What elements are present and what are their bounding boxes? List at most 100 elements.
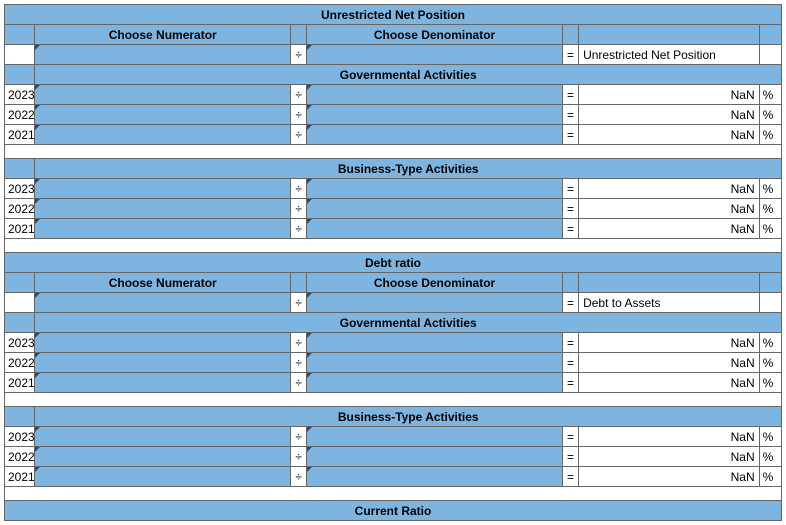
numerator-input[interactable]: [35, 199, 291, 219]
denominator-input[interactable]: [307, 125, 563, 145]
pct-col-head: [759, 273, 781, 293]
year-cell: 2021: [5, 373, 35, 393]
numerator-definition-picker[interactable]: [35, 293, 291, 313]
divide-col-head: [291, 25, 307, 45]
numerator-input[interactable]: [35, 105, 291, 125]
spacer-row: [5, 239, 782, 253]
year-cell: 2021: [5, 467, 35, 487]
group-band: Governmental Activities: [35, 65, 782, 85]
year-cell: 2022: [5, 199, 35, 219]
denominator-input[interactable]: [307, 179, 563, 199]
definition-year-cell: [5, 45, 35, 65]
result-value: NaN: [579, 219, 760, 239]
section-title: Current Ratio: [5, 501, 782, 521]
divide-symbol: ÷: [291, 85, 307, 105]
denominator-input[interactable]: [307, 447, 563, 467]
definition-pct-cell: [759, 45, 781, 65]
year-cell: 2023: [5, 427, 35, 447]
equals-symbol: =: [562, 45, 578, 65]
group-band: Business-Type Activities: [35, 159, 782, 179]
result-col-head: [579, 25, 760, 45]
equals-col-head: [562, 273, 578, 293]
group-band-blank: [5, 65, 35, 85]
denominator-definition-picker[interactable]: [307, 45, 563, 65]
numerator-col-head: Choose Numerator: [35, 25, 291, 45]
equals-symbol: =: [562, 199, 578, 219]
equals-symbol: =: [562, 293, 578, 313]
numerator-col-head: Choose Numerator: [35, 273, 291, 293]
denominator-input[interactable]: [307, 467, 563, 487]
pct-symbol: %: [759, 125, 781, 145]
pct-symbol: %: [759, 179, 781, 199]
numerator-input[interactable]: [35, 179, 291, 199]
equals-symbol: =: [562, 467, 578, 487]
equals-symbol: =: [562, 179, 578, 199]
equals-symbol: =: [562, 333, 578, 353]
group-band: Governmental Activities: [35, 313, 782, 333]
numerator-input[interactable]: [35, 219, 291, 239]
year-cell: 2022: [5, 105, 35, 125]
numerator-input[interactable]: [35, 373, 291, 393]
section-title: Unrestricted Net Position: [5, 5, 782, 25]
definition-pct-cell: [759, 293, 781, 313]
equals-symbol: =: [562, 373, 578, 393]
numerator-input[interactable]: [35, 447, 291, 467]
numerator-input[interactable]: [35, 467, 291, 487]
numerator-input[interactable]: [35, 85, 291, 105]
equals-symbol: =: [562, 125, 578, 145]
denominator-input[interactable]: [307, 333, 563, 353]
result-value: NaN: [579, 333, 760, 353]
result-value: NaN: [579, 105, 760, 125]
pct-symbol: %: [759, 333, 781, 353]
divide-symbol: ÷: [291, 373, 307, 393]
divide-symbol: ÷: [291, 179, 307, 199]
year-col-head: [5, 273, 35, 293]
equals-symbol: =: [562, 219, 578, 239]
year-cell: 2023: [5, 179, 35, 199]
spacer-row: [5, 487, 782, 501]
numerator-input[interactable]: [35, 125, 291, 145]
denominator-col-head: Choose Denominator: [307, 273, 563, 293]
numerator-input[interactable]: [35, 333, 291, 353]
result-value: NaN: [579, 125, 760, 145]
result-value: NaN: [579, 447, 760, 467]
group-band-blank: [5, 159, 35, 179]
pct-symbol: %: [759, 373, 781, 393]
denominator-col-head: Choose Denominator: [307, 25, 563, 45]
denominator-definition-picker[interactable]: [307, 293, 563, 313]
group-band: Business-Type Activities: [35, 407, 782, 427]
section-title: Debt ratio: [5, 253, 782, 273]
denominator-input[interactable]: [307, 353, 563, 373]
year-cell: 2021: [5, 125, 35, 145]
denominator-input[interactable]: [307, 105, 563, 125]
divide-symbol: ÷: [291, 467, 307, 487]
denominator-input[interactable]: [307, 85, 563, 105]
result-value: NaN: [579, 199, 760, 219]
result-value: NaN: [579, 373, 760, 393]
denominator-input[interactable]: [307, 199, 563, 219]
equals-symbol: =: [562, 427, 578, 447]
divide-symbol: ÷: [291, 105, 307, 125]
pct-symbol: %: [759, 85, 781, 105]
divide-symbol: ÷: [291, 199, 307, 219]
divide-symbol: ÷: [291, 219, 307, 239]
result-label: Debt to Assets: [579, 293, 760, 313]
result-value: NaN: [579, 467, 760, 487]
result-value: NaN: [579, 179, 760, 199]
divide-col-head: [291, 273, 307, 293]
denominator-input[interactable]: [307, 373, 563, 393]
year-cell: 2023: [5, 333, 35, 353]
numerator-input[interactable]: [35, 353, 291, 373]
denominator-input[interactable]: [307, 219, 563, 239]
pct-col-head: [759, 25, 781, 45]
equals-symbol: =: [562, 447, 578, 467]
year-cell: 2022: [5, 447, 35, 467]
divide-symbol: ÷: [291, 427, 307, 447]
pct-symbol: %: [759, 105, 781, 125]
result-value: NaN: [579, 427, 760, 447]
numerator-definition-picker[interactable]: [35, 45, 291, 65]
result-value: NaN: [579, 85, 760, 105]
numerator-input[interactable]: [35, 427, 291, 447]
denominator-input[interactable]: [307, 427, 563, 447]
equals-symbol: =: [562, 353, 578, 373]
